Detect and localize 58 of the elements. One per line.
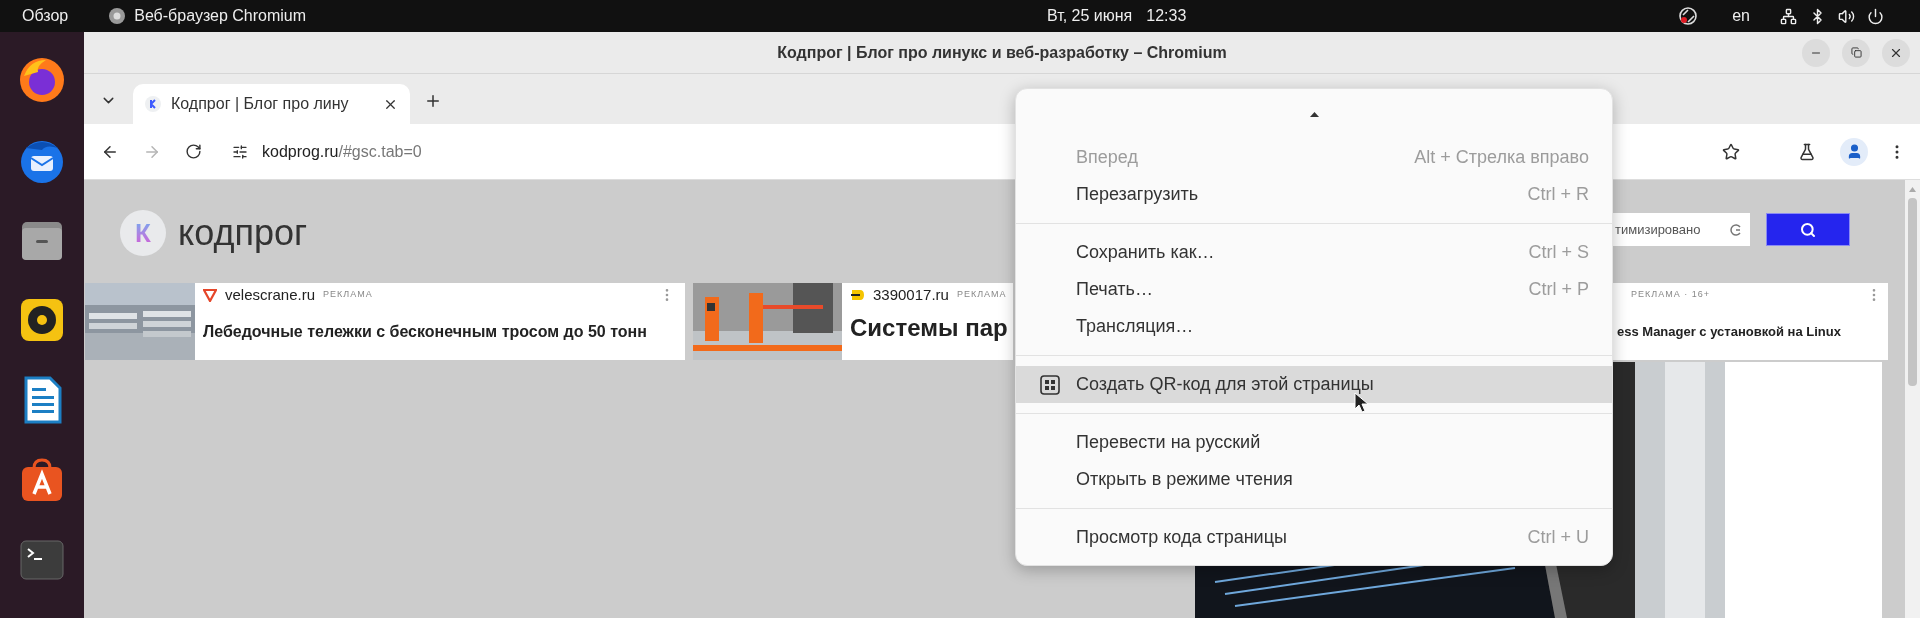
ad-label: РЕКЛАМА (956, 288, 1007, 302)
ad-domain: 3390017.ru (873, 284, 949, 305)
shortcut-text: Ctrl + P (1528, 278, 1589, 301)
site-favicon-icon (145, 96, 161, 112)
search-provider-icon (1730, 224, 1742, 236)
scroll-thumb[interactable] (1908, 198, 1917, 386)
new-tab-icon[interactable] (424, 92, 442, 110)
volume-icon[interactable] (1838, 7, 1855, 25)
browser-tab[interactable]: Кодпрог | Блог про лину (133, 84, 410, 124)
activities-button[interactable]: Обзор (22, 4, 69, 28)
logo-text: кодпрог (178, 211, 308, 255)
network-icon[interactable] (1780, 7, 1797, 25)
tab-title: Кодпрог | Блог про лину (171, 94, 349, 114)
profile-button[interactable] (1840, 137, 1868, 166)
menu-item[interactable]: Просмотр кода страницы Ctrl + U (1016, 519, 1612, 556)
url-text[interactable]: kodprog.ru/#gsc.tab=0 (262, 139, 422, 164)
scroll-up-icon[interactable] (1309, 111, 1319, 117)
shortcut-text: Ctrl + R (1527, 183, 1589, 206)
keyboard-layout-indicator[interactable]: en (1732, 4, 1750, 28)
ad-domain: velescrane.ru (225, 284, 316, 305)
ad-card[interactable]: 3390017.ru РЕКЛАМА Системы пар (693, 283, 1013, 360)
site-search-button[interactable] (1766, 213, 1850, 246)
menu-item[interactable]: Перевести на русский (1016, 424, 1612, 461)
menu-item[interactable]: Перезагрузить Ctrl + R (1016, 176, 1612, 213)
site-info-icon[interactable] (232, 143, 248, 160)
restore-button[interactable] (1842, 38, 1870, 67)
flask-icon[interactable] (1798, 142, 1816, 161)
menu-item[interactable]: Печать… Ctrl + P (1016, 271, 1612, 308)
ad-card[interactable]: РЕКЛАМА · 16+ ess Manager с установкой на Linux (1613, 283, 1888, 360)
menu-item[interactable]: Трансляция… (1016, 308, 1612, 345)
menu-item[interactable]: Открыть в режиме чтения (1016, 461, 1612, 498)
restore-icon (1850, 47, 1862, 58)
ad-title: ess Manager с установкой на Linux (1617, 323, 1842, 341)
ad-title: Системы пар (850, 313, 1009, 343)
menu-item[interactable]: Сохранить как… Ctrl + S (1016, 234, 1612, 271)
app-icon (108, 7, 127, 25)
ad-label: РЕКЛАМА (323, 288, 373, 302)
reload-button[interactable] (185, 143, 202, 160)
round-logo-icon (850, 288, 865, 302)
power-icon[interactable] (1867, 7, 1884, 25)
site-search-field[interactable]: тимизировано (1613, 213, 1750, 246)
date-text[interactable]: Вт, 25 июня (1047, 4, 1133, 28)
ad-label: РЕКЛАМА · 16+ (1631, 288, 1710, 302)
bookmark-star-icon[interactable] (1722, 142, 1740, 161)
app-menu-label[interactable]: Веб-браузер Chromium (134, 4, 307, 28)
ad-card[interactable]: velescrane.ru РЕКЛАМА Лебедочные тележки с бесконечным тросом до 50 тонн (85, 283, 685, 360)
shortcut-text: Alt + Стрелка вправо (1414, 146, 1589, 169)
window-title: Кодпрог | Блог про линукс и веб-разработку – Chromium (777, 42, 1227, 63)
ad-title: Лебедочные тележки с бесконечным тросом до 50 тонн (203, 322, 648, 342)
menu-item[interactable]: Создать QR-код для этой страницы (1016, 366, 1612, 403)
mouse-cursor-icon (1354, 392, 1369, 414)
time-text[interactable]: 12:33 (1146, 4, 1187, 28)
shortcut-text: Ctrl + S (1528, 241, 1589, 264)
recording-indicator-icon (1678, 6, 1699, 26)
search-icon (1800, 221, 1816, 238)
qr-code-icon (1040, 374, 1060, 395)
triangle-logo-icon (203, 288, 217, 302)
shortcut-text: Ctrl + U (1527, 526, 1589, 549)
